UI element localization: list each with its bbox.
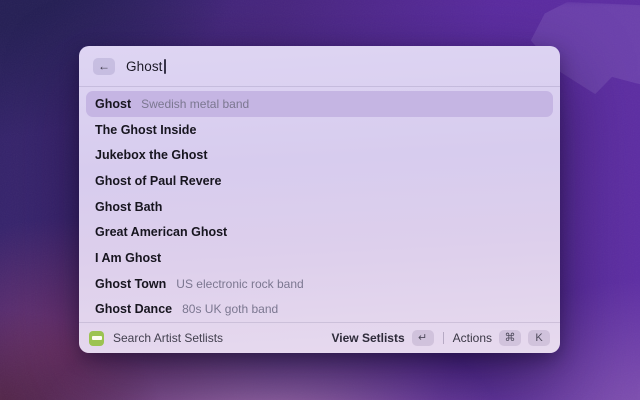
result-subtitle: 80s UK goth band: [182, 302, 278, 316]
result-row[interactable]: Jukebox the Ghost: [86, 142, 553, 168]
result-title: Ghost Bath: [95, 200, 162, 214]
view-setlists-action[interactable]: View Setlists: [331, 331, 404, 345]
result-row[interactable]: Ghost Bath: [86, 194, 553, 220]
footer-bar: Search Artist Setlists View Setlists ↵ A…: [79, 322, 560, 353]
desktop-background: ← Ghost Ghost Swedish metal band The Gho…: [0, 0, 640, 400]
result-title: Great American Ghost: [95, 225, 227, 239]
text-caret: [164, 59, 166, 74]
actions-menu-button[interactable]: Actions: [453, 331, 492, 345]
enter-key-badge: ↵: [412, 330, 434, 346]
k-key-badge: K: [528, 330, 550, 346]
setlistfm-app-icon: [89, 331, 104, 346]
footer-separator: [443, 332, 444, 344]
result-subtitle: US electronic rock band: [176, 277, 303, 291]
result-subtitle: Swedish metal band: [141, 97, 249, 111]
result-title: Ghost of Paul Revere: [95, 174, 221, 188]
setlistfm-icon-bar: [92, 336, 102, 340]
result-title: Ghost: [95, 97, 131, 111]
results-list: Ghost Swedish metal band The Ghost Insid…: [79, 87, 560, 322]
result-row[interactable]: Ghost Swedish metal band: [86, 91, 553, 117]
result-row[interactable]: Ghost Dance 80s UK goth band: [86, 297, 553, 323]
search-query-text: Ghost: [126, 59, 163, 74]
result-row[interactable]: Ghost of Paul Revere: [86, 168, 553, 194]
footer-actions: View Setlists ↵ Actions ⌘ K: [331, 330, 550, 346]
launcher-window: ← Ghost Ghost Swedish metal band The Gho…: [79, 46, 560, 353]
result-row[interactable]: I Am Ghost: [86, 245, 553, 271]
result-row[interactable]: Great American Ghost: [86, 219, 553, 245]
result-row[interactable]: Ghost Town US electronic rock band: [86, 271, 553, 297]
result-title: Ghost Town: [95, 277, 166, 291]
search-input[interactable]: Ghost: [126, 59, 166, 74]
search-bar: ← Ghost: [79, 46, 560, 87]
footer-app-name: Search Artist Setlists: [113, 331, 223, 345]
result-title: Jukebox the Ghost: [95, 148, 208, 162]
result-title: The Ghost Inside: [95, 123, 196, 137]
back-arrow-icon: ←: [98, 60, 110, 72]
back-button[interactable]: ←: [93, 58, 115, 75]
result-title: Ghost Dance: [95, 302, 172, 316]
result-title: I Am Ghost: [95, 251, 161, 265]
result-row[interactable]: The Ghost Inside: [86, 117, 553, 143]
cmd-key-badge: ⌘: [499, 330, 521, 346]
